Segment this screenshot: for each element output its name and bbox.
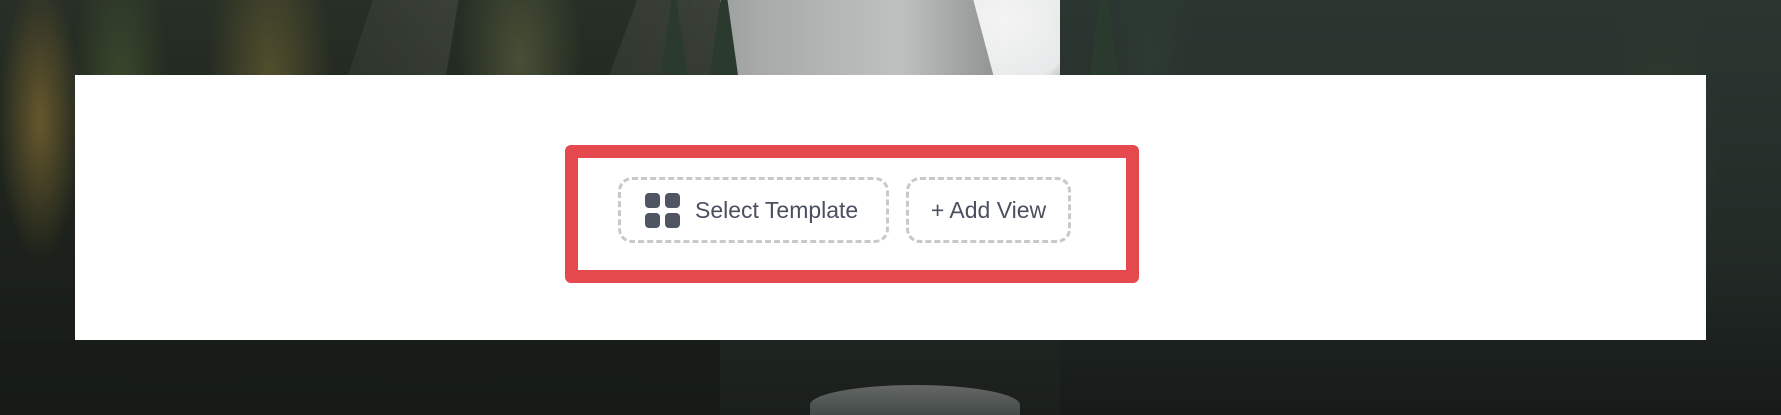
background-tree (710, 0, 738, 75)
background-tree (660, 0, 688, 75)
grid-icon-cell (645, 212, 660, 228)
background-tree (1090, 0, 1118, 75)
select-template-button[interactable]: Select Template (618, 177, 889, 243)
add-view-button[interactable]: + Add View (906, 177, 1071, 243)
grid-icon (645, 192, 680, 228)
grid-icon-cell (665, 192, 680, 208)
grid-icon-cell (665, 212, 680, 228)
select-template-label: Select Template (695, 196, 859, 223)
grid-icon-cell (645, 192, 660, 208)
add-view-label: + Add View (930, 196, 1047, 223)
